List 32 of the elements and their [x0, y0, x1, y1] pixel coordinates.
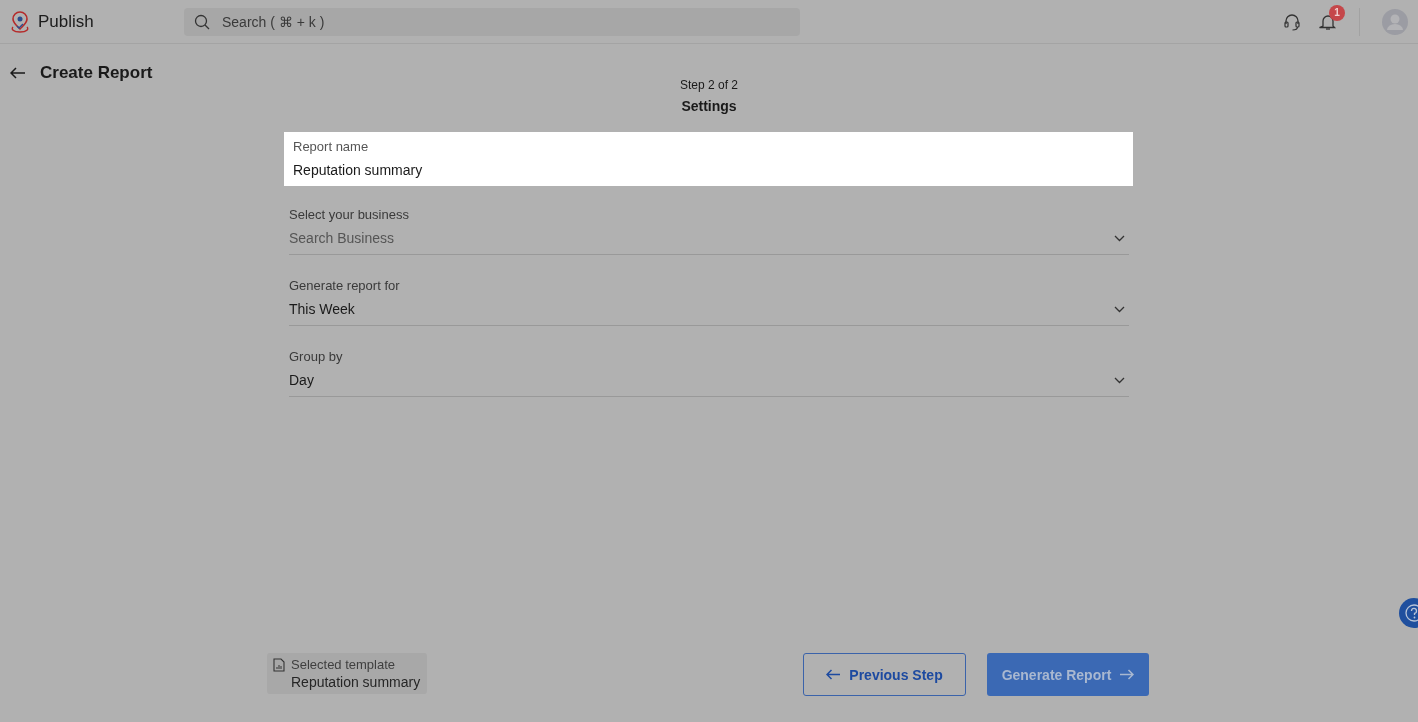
- field-value[interactable]: Day: [289, 372, 314, 388]
- chevron-down-icon: [1114, 234, 1125, 242]
- text-field[interactable]: Report name Reputation summary: [284, 132, 1133, 186]
- section-title: Settings: [681, 98, 737, 114]
- dropdown-field[interactable]: Group by Day: [289, 342, 1129, 397]
- search-field[interactable]: Search ( ⌘ + k ): [184, 7, 800, 36]
- help-icon: [1405, 604, 1418, 622]
- field-label: Select your business: [289, 207, 410, 222]
- field-label: Group by: [289, 349, 344, 364]
- location-pin-icon: [10, 10, 30, 33]
- document-icon: [273, 657, 285, 672]
- field-placeholder[interactable]: Search Business: [289, 230, 395, 246]
- step-indicator: Step 2 of 2: [679, 78, 738, 92]
- field-label: Generate report for: [289, 278, 401, 293]
- field-value[interactable]: This Week: [289, 301, 355, 317]
- notification-badge: 1: [1329, 4, 1345, 21]
- headset-icon[interactable]: [1283, 12, 1301, 31]
- right-arrow-icon: [1119, 669, 1135, 680]
- field-value[interactable]: Reputation summary: [293, 162, 423, 178]
- chevron-down-icon: [1114, 305, 1125, 313]
- app-name: Publish: [38, 11, 94, 32]
- previous-step-button[interactable]: Previous Step: [803, 653, 966, 696]
- back-arrow-icon[interactable]: [10, 67, 26, 79]
- left-arrow-icon: [826, 669, 842, 680]
- chevron-down-icon: [1114, 376, 1125, 384]
- template-name: Reputation summary: [291, 674, 421, 690]
- dropdown-field[interactable]: Generate report for This Week: [289, 271, 1129, 326]
- template-label: Selected template: [291, 657, 397, 672]
- field-label: Report name: [293, 139, 370, 154]
- dropdown-field[interactable]: Select your business Search Business: [289, 200, 1129, 255]
- bell-icon[interactable]: [1319, 12, 1337, 31]
- page-title: Create Report: [40, 63, 153, 83]
